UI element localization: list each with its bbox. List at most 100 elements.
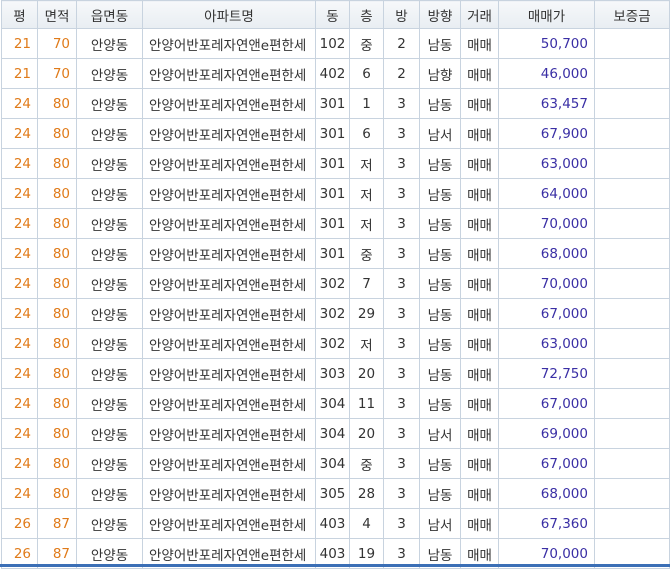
cell-floor: 28 [349, 478, 384, 509]
cell-deposit [594, 448, 670, 479]
cell-deposit [594, 238, 670, 269]
cell-deal: 매매 [460, 508, 499, 539]
cell-floor: 중 [349, 238, 384, 269]
cell-apartment: 안양어반포레자연앤e편한세 [142, 478, 316, 509]
cell-dong: 304 [315, 418, 350, 449]
cell-deposit [594, 118, 670, 149]
cell-area: 80 [37, 418, 77, 449]
cell-town: 안양동 [76, 118, 143, 149]
cell-pyeong: 24 [1, 148, 38, 179]
cell-deposit [594, 208, 670, 239]
cell-deposit [594, 88, 670, 119]
header-rooms[interactable]: 방 [383, 0, 420, 29]
cell-dong: 302 [315, 268, 350, 299]
cell-rooms: 3 [383, 358, 420, 389]
cell-dong: 301 [315, 148, 350, 179]
cell-rooms: 3 [383, 508, 420, 539]
cell-price: 63,457 [498, 88, 595, 119]
cell-direction: 남동 [419, 298, 461, 329]
cell-deal: 매매 [460, 178, 499, 209]
cell-apartment: 안양어반포레자연앤e편한세 [142, 238, 316, 269]
cell-town: 안양동 [76, 208, 143, 239]
cell-dong: 301 [315, 88, 350, 119]
cell-price: 69,000 [498, 418, 595, 449]
table-row[interactable]: 24 80 안양동 안양어반포레자연앤e편한세 301 6 3 남서 매매 67,900 [1, 118, 670, 149]
table-row[interactable]: 24 80 안양동 안양어반포레자연앤e편한세 302 29 3 남동 매매 67,000 [1, 298, 670, 329]
cell-area: 80 [37, 118, 77, 149]
cell-deal: 매매 [460, 298, 499, 329]
cell-pyeong: 21 [1, 58, 38, 89]
cell-floor: 29 [349, 298, 384, 329]
table-row[interactable]: 24 80 안양동 안양어반포레자연앤e편한세 301 저 3 남동 매매 70,000 [1, 208, 670, 239]
header-town[interactable]: 읍면동 [76, 0, 143, 29]
cell-area: 70 [37, 58, 77, 89]
cell-floor: 1 [349, 88, 384, 119]
cell-area: 80 [37, 358, 77, 389]
header-apartment[interactable]: 아파트명 [142, 0, 316, 29]
cell-floor: 저 [349, 208, 384, 239]
cell-area: 87 [37, 508, 77, 539]
cell-area: 80 [37, 478, 77, 509]
table-row[interactable]: 24 80 안양동 안양어반포레자연앤e편한세 304 20 3 남서 매매 69,000 [1, 418, 670, 449]
cell-deposit [594, 58, 670, 89]
header-deal[interactable]: 거래 [460, 0, 499, 29]
cell-dong: 301 [315, 118, 350, 149]
table-row[interactable]: 24 80 안양동 안양어반포레자연앤e편한세 301 중 3 남동 매매 68,000 [1, 238, 670, 269]
header-floor[interactable]: 층 [349, 0, 384, 29]
cell-pyeong: 24 [1, 388, 38, 419]
cell-pyeong: 24 [1, 478, 38, 509]
cell-rooms: 2 [383, 28, 420, 59]
cell-dong: 302 [315, 328, 350, 359]
cell-deposit [594, 388, 670, 419]
cell-apartment: 안양어반포레자연앤e편한세 [142, 358, 316, 389]
cell-direction: 남동 [419, 148, 461, 179]
cell-floor: 20 [349, 418, 384, 449]
table-row[interactable]: 21 70 안양동 안양어반포레자연앤e편한세 102 중 2 남동 매매 50,700 [1, 28, 670, 59]
cell-pyeong: 21 [1, 28, 38, 59]
cell-pyeong: 24 [1, 178, 38, 209]
cell-rooms: 3 [383, 148, 420, 179]
cell-floor: 4 [349, 508, 384, 539]
cell-deposit [594, 28, 670, 59]
cell-pyeong: 24 [1, 238, 38, 269]
header-direction[interactable]: 방향 [419, 0, 461, 29]
cell-direction: 남동 [419, 268, 461, 299]
cell-town: 안양동 [76, 388, 143, 419]
cell-dong: 301 [315, 208, 350, 239]
cell-direction: 남동 [419, 388, 461, 419]
header-area[interactable]: 면적 [37, 0, 77, 29]
header-pyeong[interactable]: 평 [1, 0, 38, 29]
cell-town: 안양동 [76, 148, 143, 179]
cell-deal: 매매 [460, 238, 499, 269]
cell-pyeong: 24 [1, 268, 38, 299]
cell-price: 64,000 [498, 178, 595, 209]
table-row[interactable]: 24 80 안양동 안양어반포레자연앤e편한세 301 저 3 남동 매매 63,000 [1, 148, 670, 179]
cell-price: 46,000 [498, 58, 595, 89]
header-price[interactable]: 매매가 [498, 0, 595, 29]
cell-pyeong: 24 [1, 118, 38, 149]
table-row[interactable]: 26 87 안양동 안양어반포레자연앤e편한세 403 4 3 남서 매매 67,360 [1, 508, 670, 539]
table-row[interactable]: 24 80 안양동 안양어반포레자연앤e편한세 303 20 3 남동 매매 72,750 [1, 358, 670, 389]
table-row[interactable]: 24 80 안양동 안양어반포레자연앤e편한세 304 11 3 남동 매매 67,000 [1, 388, 670, 419]
cell-area: 80 [37, 148, 77, 179]
cell-price: 67,000 [498, 298, 595, 329]
header-dong[interactable]: 동 [315, 0, 350, 29]
cell-rooms: 3 [383, 448, 420, 479]
table-row[interactable]: 24 80 안양동 안양어반포레자연앤e편한세 302 저 3 남동 매매 63,000 [1, 328, 670, 359]
cell-pyeong: 24 [1, 208, 38, 239]
cell-deposit [594, 478, 670, 509]
cell-direction: 남서 [419, 418, 461, 449]
table-row[interactable]: 24 80 안양동 안양어반포레자연앤e편한세 305 28 3 남동 매매 68,000 [1, 478, 670, 509]
cell-deposit [594, 268, 670, 299]
cell-area: 80 [37, 448, 77, 479]
cell-price: 67,000 [498, 388, 595, 419]
table-row[interactable]: 24 80 안양동 안양어반포레자연앤e편한세 301 1 3 남동 매매 63,457 [1, 88, 670, 119]
cell-apartment: 안양어반포레자연앤e편한세 [142, 118, 316, 149]
table-row[interactable]: 24 80 안양동 안양어반포레자연앤e편한세 301 저 3 남동 매매 64,000 [1, 178, 670, 209]
table-row[interactable]: 24 80 안양동 안양어반포레자연앤e편한세 304 중 3 남동 매매 67,000 [1, 448, 670, 479]
header-deposit[interactable]: 보증금 [594, 0, 670, 29]
table-row[interactable]: 24 80 안양동 안양어반포레자연앤e편한세 302 7 3 남동 매매 70,000 [1, 268, 670, 299]
table-row[interactable]: 21 70 안양동 안양어반포레자연앤e편한세 402 6 2 남향 매매 46,000 [1, 58, 670, 89]
cell-deal: 매매 [460, 328, 499, 359]
table-header-row: 평 면적 읍면동 아파트명 동 층 방 방향 거래 매매가 보증금 [1, 0, 670, 29]
